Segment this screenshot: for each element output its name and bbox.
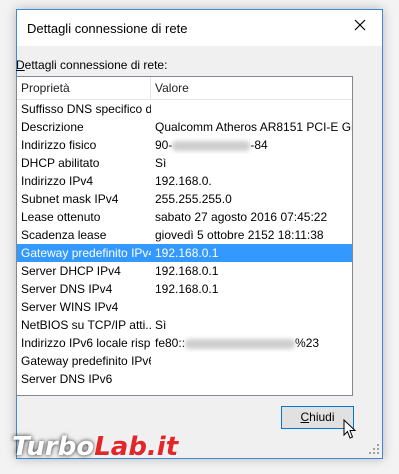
value-cell (151, 298, 352, 316)
property-cell: Server DHCP IPv4 (21, 264, 121, 278)
watermark-part1: Turbo (12, 432, 95, 462)
value-cell: Qualcomm Atheros AR8151 PCI-E Gigabit (155, 120, 352, 134)
value-cell (151, 352, 352, 370)
list-row[interactable]: Lease ottenuto sabato 27 agosto 2016 07:4… (17, 208, 352, 226)
list-row[interactable]: Indirizzo IPv4 192.168.0. (17, 172, 352, 190)
value-cell: giovedì 5 ottobre 2152 18:11:38 (155, 228, 324, 242)
close-button-label: hiudi (309, 410, 335, 424)
turbolab-watermark: TurboLab.it (12, 432, 178, 462)
resize-grip-icon[interactable] (369, 444, 379, 454)
property-cell: Lease ottenuto (21, 210, 101, 224)
details-group-label: Dettagli connessione di rete: (16, 58, 167, 72)
close-window-button[interactable] (338, 10, 382, 40)
accelerator-key: C (300, 410, 310, 424)
property-cell: Suffisso DNS specifico d... (21, 102, 151, 116)
title-bar: Dettagli connessione di rete (17, 10, 382, 46)
group-label-text: ettagli connessione di rete: (24, 58, 168, 72)
list-row[interactable]: Server DNS IPv6 (17, 370, 352, 388)
property-cell: NetBIOS su TCP/IP atti... (21, 318, 151, 332)
list-row[interactable]: Subnet mask IPv4 255.255.255.0 (17, 190, 352, 208)
property-cell: Indirizzo fisico (21, 138, 97, 152)
redacted-value (172, 140, 251, 151)
list-row[interactable]: Scadenza lease giovedì 5 ottobre 2152 18:… (17, 226, 352, 244)
list-row[interactable]: Indirizzo fisico 90- -84 (17, 136, 352, 154)
value-cell: fe80:: %23 (151, 334, 352, 352)
value-cell (151, 100, 352, 118)
window-title: Dettagli connessione di rete (27, 21, 188, 36)
property-cell: Server DNS IPv4 (21, 282, 113, 296)
property-cell: Indirizzo IPv4 (21, 174, 94, 188)
value-cell (151, 370, 352, 388)
value-prefix: fe80:: (155, 336, 186, 350)
property-cell: Gateway predefinito IPv4 (21, 246, 151, 260)
value-cell: 192.168.0.1 (155, 282, 219, 296)
value-cell: 90- -84 (151, 136, 352, 154)
property-cell: Scadenza lease (21, 228, 107, 242)
value-cell: sabato 27 agosto 2016 07:45:22 (155, 210, 328, 224)
value-suffix: -84 (250, 138, 268, 152)
property-cell: Server WINS IPv4 (21, 300, 119, 314)
watermark-part2: Lab.it (94, 432, 179, 462)
list-row[interactable]: Server DHCP IPv4 192.168.0.1 (17, 262, 352, 280)
list-row[interactable]: Server DNS IPv4 192.168.0.1 (17, 280, 352, 298)
list-row[interactable]: Server WINS IPv4 (17, 298, 352, 316)
property-cell: DHCP abilitato (21, 156, 100, 170)
property-cell: Server DNS IPv6 (21, 372, 113, 386)
list-row[interactable]: Indirizzo IPv6 locale risp... fe80:: %23 (17, 334, 352, 352)
value-cell: 192.168.0. (155, 174, 212, 188)
list-row[interactable]: Descrizione Qualcomm Atheros AR8151 PCI-E… (17, 118, 352, 136)
close-icon (354, 19, 366, 31)
column-header-property[interactable]: Proprietà (17, 77, 151, 99)
list-header: Proprietà Valore (17, 77, 352, 100)
value-cell: 255.255.255.0 (155, 192, 232, 206)
list-rows: Suffisso DNS specifico d... Descrizione Qu… (17, 100, 352, 388)
property-cell: Gateway predefinito IPv6 (21, 354, 151, 368)
list-row[interactable]: Gateway predefinito IPv4 192.168.0.1 (17, 244, 352, 262)
property-cell: Descrizione (21, 120, 84, 134)
redacted-value (185, 338, 296, 349)
list-row[interactable]: Gateway predefinito IPv6 (17, 352, 352, 370)
list-row[interactable]: Suffisso DNS specifico d... (17, 100, 352, 118)
value-cell: 192.168.0.1 (155, 264, 219, 278)
value-cell: 192.168.0.1 (155, 246, 219, 260)
mouse-cursor-icon (343, 419, 357, 439)
list-row[interactable]: NetBIOS su TCP/IP atti... Sì (17, 316, 352, 334)
value-cell: Sì (155, 318, 167, 332)
column-header-value[interactable]: Valore (151, 77, 352, 99)
property-cell: Subnet mask IPv4 (21, 192, 119, 206)
details-list-view[interactable]: Proprietà Valore Suffisso DNS specifico … (16, 76, 353, 396)
value-suffix: %23 (295, 336, 320, 350)
value-cell: Sì (155, 156, 167, 170)
list-row[interactable]: DHCP abilitato Sì (17, 154, 352, 172)
property-cell: Indirizzo IPv6 locale risp... (21, 336, 151, 350)
accelerator-key: D (16, 58, 25, 72)
value-prefix: 90- (155, 138, 173, 152)
